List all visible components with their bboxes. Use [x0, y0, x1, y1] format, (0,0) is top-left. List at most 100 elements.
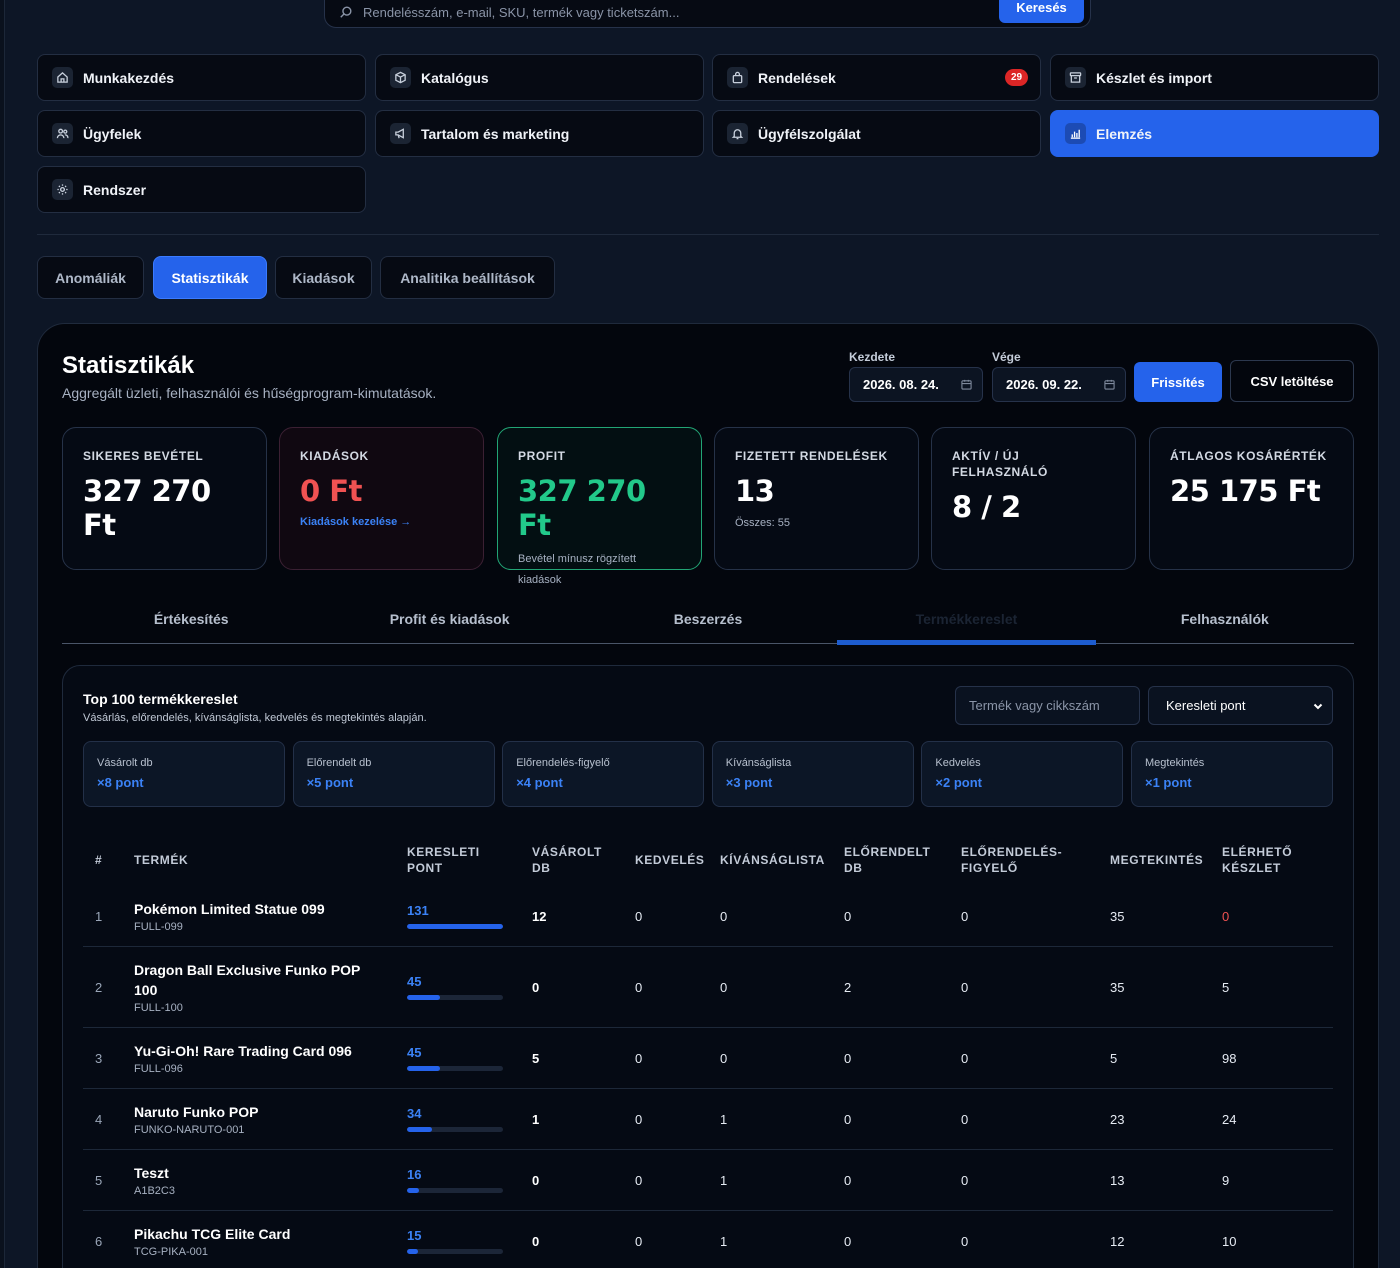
demand-score-value: 45 — [407, 1045, 422, 1060]
demand-score-fill — [407, 1188, 419, 1193]
start-date-field[interactable]: 2026. 08. 24. — [849, 367, 983, 402]
subtab-ertekesites[interactable]: Értékesítés — [62, 594, 320, 643]
table-row[interactable]: 5 Teszt A1B2C3 16 0 0 1 0 0 13 9 — [83, 1150, 1333, 1211]
csv-download-button[interactable]: CSV letöltése — [1230, 360, 1354, 402]
global-search: Keresés — [324, 0, 1091, 28]
nav-item-3[interactable]: Készlet és import — [1050, 54, 1379, 101]
product-filter-input[interactable] — [955, 686, 1140, 725]
table-row[interactable]: 3 Yu-Gi-Oh! Rare Trading Card 096 FULL-096… — [83, 1028, 1333, 1089]
preordered-cell: 0 — [844, 908, 852, 924]
nav-item-4[interactable]: Ügyfelek — [37, 110, 366, 157]
col-score[interactable]: Keresleti pont — [407, 834, 497, 886]
kpi-value: 327 270 Ft — [518, 474, 646, 542]
table-row[interactable]: 6 Pikachu TCG Elite Card TCG-PIKA-001 15 0 0 1… — [83, 1211, 1333, 1268]
col-stock[interactable]: Elérhető készlet — [1222, 834, 1312, 886]
nav-item-8[interactable]: Rendszer — [37, 166, 366, 213]
end-date-field[interactable]: 2026. 09. 22. — [992, 367, 1126, 402]
nav-item-6[interactable]: Ügyfélszolgálat — [712, 110, 1041, 157]
kpi-value: 8 / 2 — [952, 490, 1021, 524]
end-date-label: Vége — [992, 350, 1021, 364]
wishlist-cell: 1 — [720, 1233, 728, 1249]
nav-item-label: Elemzés — [1096, 125, 1153, 142]
product-name: Pikachu TCG Elite Card — [134, 1226, 291, 1242]
col-wishlist[interactable]: Kívánságlista — [720, 834, 825, 886]
weight-label: Vásárolt db — [97, 757, 153, 769]
weight-label: Kívánságlista — [725, 757, 792, 769]
demand-score-cell: 45 — [407, 1028, 503, 1088]
nav-item-7[interactable]: Elemzés — [1050, 110, 1379, 157]
product-name: Teszt — [134, 1165, 169, 1181]
demand-score-bar — [407, 995, 503, 1000]
subtab-termekkereslet[interactable]: Termékkereslet — [837, 594, 1097, 645]
demand-score-cell: 34 — [407, 1089, 503, 1149]
nav-item-5[interactable]: Tartalom és marketing — [375, 110, 704, 157]
nav-item-label: Ügyfelek — [83, 125, 142, 142]
product-name: Naruto Funko POP — [134, 1104, 259, 1120]
rank-cell: 2 — [95, 979, 103, 995]
nav-item-label: Rendszer — [83, 181, 147, 198]
subtab-profit-kiadasok[interactable]: Profit és kiadások — [320, 594, 578, 643]
bag-icon — [727, 67, 748, 88]
subtab-beszerzes[interactable]: Beszerzés — [579, 594, 837, 643]
likes-cell: 0 — [635, 1111, 643, 1127]
kpi-note: Összes: 55 — [735, 517, 791, 529]
demand-score-value: 45 — [407, 974, 422, 989]
tab-analitika-beallitasok[interactable]: Analitika beállítások — [380, 256, 555, 299]
kpi-active-new-users: Aktív / új felhasználó 8 / 2 — [931, 427, 1136, 570]
product-cell[interactable]: Teszt A1B2C3 — [134, 1150, 374, 1210]
col-preorder-watchers[interactable]: Előrendelés-figyelő — [961, 834, 1071, 886]
tab-kiadasok[interactable]: Kiadások — [275, 256, 372, 299]
weight-label: Megtekintés — [1145, 757, 1205, 769]
tab-statisztikak[interactable]: Statisztikák — [153, 256, 267, 299]
nav-item-0[interactable]: Munkakezdés — [37, 54, 366, 101]
col-product: Termék — [134, 853, 189, 867]
demand-score-value: 131 — [407, 903, 429, 918]
preordered-cell: 0 — [844, 1111, 852, 1127]
weight-label: Előrendelés-figyelő — [516, 757, 610, 769]
demand-score-cell: 15 — [407, 1211, 503, 1268]
sort-select[interactable]: Keresleti pont — [1148, 686, 1333, 725]
col-views[interactable]: Megtekintés — [1110, 834, 1203, 886]
search-button[interactable]: Keresés — [999, 0, 1084, 23]
product-cell[interactable]: Pikachu TCG Elite Card TCG-PIKA-001 — [134, 1211, 374, 1268]
product-cell[interactable]: Naruto Funko POP FUNKO-NARUTO-001 — [134, 1089, 374, 1149]
weight-card: Kívánságlista ×3 pont — [711, 741, 914, 807]
weight-value: ×4 pont — [516, 775, 563, 790]
subtab-felhasznalok[interactable]: Felhasználók — [1096, 594, 1354, 643]
search-input[interactable] — [363, 4, 1090, 20]
demand-score-cell: 16 — [407, 1150, 503, 1210]
weight-value: ×8 pont — [97, 775, 144, 790]
tab-anomaliak[interactable]: Anomáliák — [37, 256, 144, 299]
stats-subtabs: Értékesítés Profit és kiadások Beszerzés… — [62, 594, 1354, 645]
kpi-note: Bevétel mínusz rögzített kiadások — [518, 553, 636, 586]
col-likes[interactable]: Kedvelés — [635, 834, 704, 886]
col-purchased[interactable]: Vásárolt db — [532, 834, 612, 886]
kpi-profit: Profit 327 270 Ft Bevétel mínusz rögzíte… — [497, 427, 702, 586]
product-name: Dragon Ball Exclusive Funko POP 100 — [134, 962, 361, 998]
purchased-cell: 12 — [532, 908, 547, 924]
table-row[interactable]: 2 Dragon Ball Exclusive Funko POP 100 FULL… — [83, 947, 1333, 1028]
product-cell[interactable]: Dragon Ball Exclusive Funko POP 100 FULL-… — [134, 947, 374, 1027]
kpi-label: Fizetett rendelések — [735, 449, 888, 463]
product-cell[interactable]: Yu-Gi-Oh! Rare Trading Card 096 FULL-096 — [134, 1028, 374, 1088]
table-row[interactable]: 1 Pokémon Limited Statue 099 FULL-099 131 12… — [83, 886, 1333, 947]
refresh-button[interactable]: Frissítés — [1134, 362, 1222, 402]
product-sku: FULL-100 — [134, 1002, 183, 1014]
start-date-value: 2026. 08. 24. — [863, 377, 939, 392]
demand-subtitle: Vásárlás, előrendelés, kívánságlista, ke… — [83, 712, 427, 724]
product-cell[interactable]: Pokémon Limited Statue 099 FULL-099 — [134, 886, 374, 946]
likes-cell: 0 — [635, 979, 643, 995]
home-icon — [52, 67, 73, 88]
product-sku: TCG-PIKA-001 — [134, 1246, 208, 1258]
nav-item-1[interactable]: Katalógus — [375, 54, 704, 101]
demand-score-value: 16 — [407, 1167, 422, 1182]
table-row[interactable]: 4 Naruto Funko POP FUNKO-NARUTO-001 34 1 0 1 0 0… — [83, 1089, 1333, 1150]
col-rank: # — [95, 853, 103, 867]
likes-cell: 0 — [635, 1050, 643, 1066]
kpi-value: 13 — [735, 474, 775, 508]
col-preordered[interactable]: Előrendelt db — [844, 834, 934, 886]
weight-card: Vásárolt db ×8 pont — [83, 741, 285, 807]
manage-expenses-link[interactable]: Kiadások kezelése → — [300, 516, 463, 528]
nav-item-2[interactable]: Rendelések 29 — [712, 54, 1041, 101]
demand-score-bar — [407, 1066, 503, 1071]
